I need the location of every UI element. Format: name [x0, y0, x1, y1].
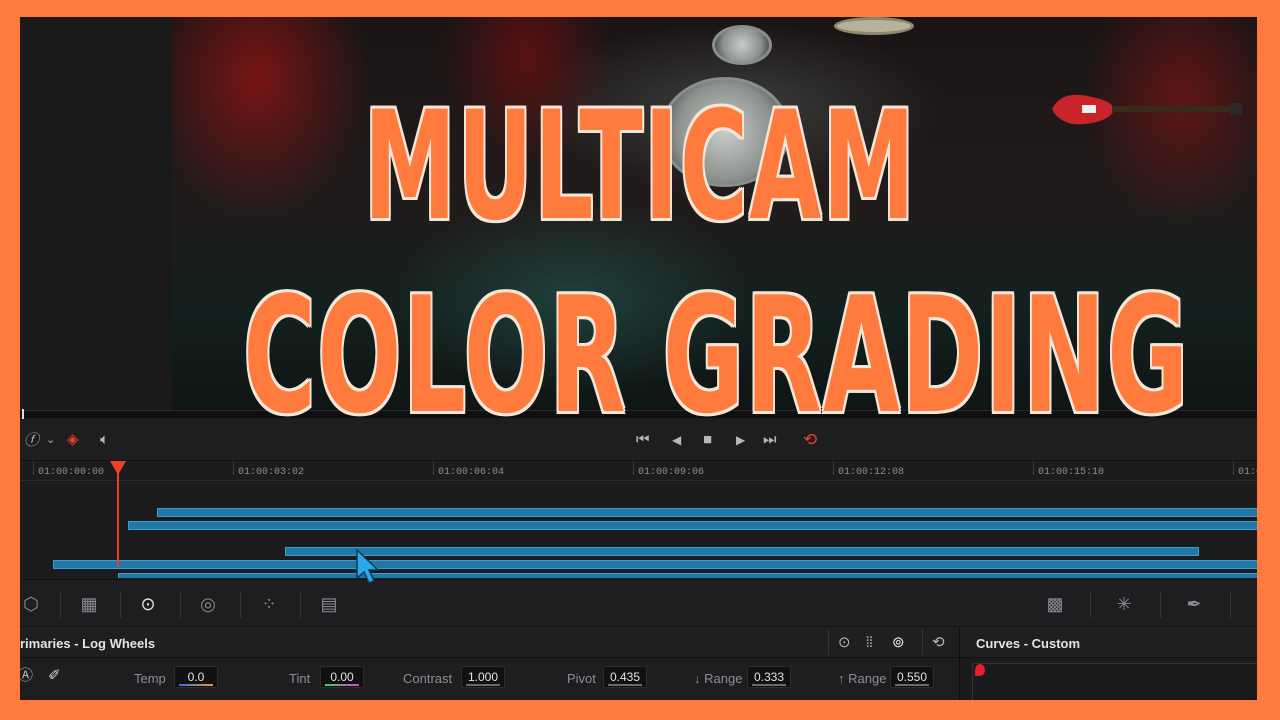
low-range-value: 0.333: [753, 670, 785, 684]
auto-balance-icon[interactable]: Ⓐ: [20, 667, 33, 685]
tint-field[interactable]: 0.00: [320, 666, 364, 688]
mini-timeline[interactable]: 01:00:00:00 01:00:03:02 01:00:06:04 01:0…: [20, 461, 1257, 578]
temp-field[interactable]: 0.0: [174, 666, 218, 688]
curves-icon[interactable]: ▩: [1042, 592, 1068, 616]
tom-drum: [712, 25, 772, 65]
curves-header: Curves - Custom: [960, 627, 1257, 658]
hdr-icon[interactable]: ◎: [195, 592, 221, 616]
timecode-2: 01:00:06:04: [438, 467, 505, 478]
curves-panel: Curves - Custom: [959, 627, 1257, 700]
grid-icon[interactable]: ▦: [76, 592, 102, 616]
timeline-clip[interactable]: [157, 508, 1257, 517]
curves-graph[interactable]: [972, 663, 1257, 700]
mouse-cursor-icon: [356, 548, 380, 584]
viewer-left-pad: [20, 17, 172, 410]
contrast-value: 1.000: [467, 670, 499, 684]
fx-icon[interactable]: ⓕ: [24, 431, 39, 449]
log-mode-icon[interactable]: ⊚: [892, 634, 905, 652]
tint-value: 0.00: [330, 670, 354, 684]
tint-label: Tint: [289, 671, 311, 686]
3d-cube-icon[interactable]: ⬡: [20, 592, 44, 616]
high-range-label: ↑ Range: [838, 671, 887, 686]
contrast-field[interactable]: 1.000: [461, 666, 505, 688]
curve-point[interactable]: [975, 664, 985, 676]
layers-icon[interactable]: ◈: [67, 431, 79, 449]
timeline-clip[interactable]: [53, 560, 1257, 569]
motion-effects-icon[interactable]: ▤: [316, 592, 342, 616]
primaries-panel: rimaries - Log Wheels ⊙ ⦙⦙ ⊚ ⟲ Ⓐ ✐ Temp …: [20, 627, 1257, 700]
contrast-label: Contrast: [403, 671, 453, 686]
pivot-label: Pivot: [567, 671, 596, 686]
pivot-value: 0.435: [609, 670, 641, 684]
timeline-clip[interactable]: [128, 521, 1257, 530]
low-range-field[interactable]: 0.333: [747, 666, 791, 688]
headline-line-2: COLOR GRADING: [243, 262, 1190, 449]
pivot-field[interactable]: 0.435: [603, 666, 647, 688]
reset-icon[interactable]: ⟲: [932, 634, 945, 652]
timecode-4: 01:00:12:08: [838, 467, 905, 478]
timecode-1: 01:00:03:02: [238, 467, 305, 478]
curves-title: Curves - Custom: [976, 636, 1081, 651]
headline-line-1: MULTICAM: [363, 80, 917, 254]
low-range-label: ↓ Range: [694, 671, 743, 686]
picker-icon[interactable]: ✐: [48, 667, 61, 685]
timecode-5: 01:00:15:10: [1038, 467, 1105, 478]
qualifier-icon[interactable]: ✒: [1181, 592, 1207, 616]
chevron-down-icon[interactable]: ⌄: [46, 431, 55, 449]
panel-title: rimaries - Log Wheels: [20, 636, 156, 651]
temp-label: Temp: [134, 671, 166, 686]
wheels-mode-icon[interactable]: ⊙: [838, 634, 851, 652]
cymbal: [834, 17, 914, 35]
guitar: [1052, 94, 1242, 125]
palette-toolbar: ⬡ ▦ ⊙ ◎ ⁘ ▤ ▩ ✳ ✒: [20, 579, 1257, 627]
color-wheels-icon[interactable]: ⊙: [135, 592, 161, 616]
temp-value: 0.0: [187, 670, 205, 684]
timeline-clip[interactable]: [118, 573, 1257, 578]
playhead[interactable]: [110, 461, 126, 567]
timecode-6: 01:0: [1238, 467, 1257, 478]
warper-icon[interactable]: ✳: [1111, 592, 1137, 616]
timeline-clip[interactable]: [285, 547, 1199, 556]
speaker-icon[interactable]: 🔈︎: [100, 431, 109, 449]
high-range-field[interactable]: 0.550: [890, 666, 934, 688]
high-range-value: 0.550: [896, 670, 928, 684]
primaries-header: rimaries - Log Wheels ⊙ ⦙⦙ ⊚ ⟲: [20, 627, 958, 658]
timeline-ruler[interactable]: 01:00:00:00 01:00:03:02 01:00:06:04 01:0…: [20, 461, 1257, 481]
rgb-mixer-icon[interactable]: ⁘: [256, 592, 282, 616]
timecode-0: 01:00:00:00: [38, 467, 105, 478]
timecode-3: 01:00:09:06: [638, 467, 705, 478]
bars-mode-icon[interactable]: ⦙⦙: [866, 634, 873, 652]
